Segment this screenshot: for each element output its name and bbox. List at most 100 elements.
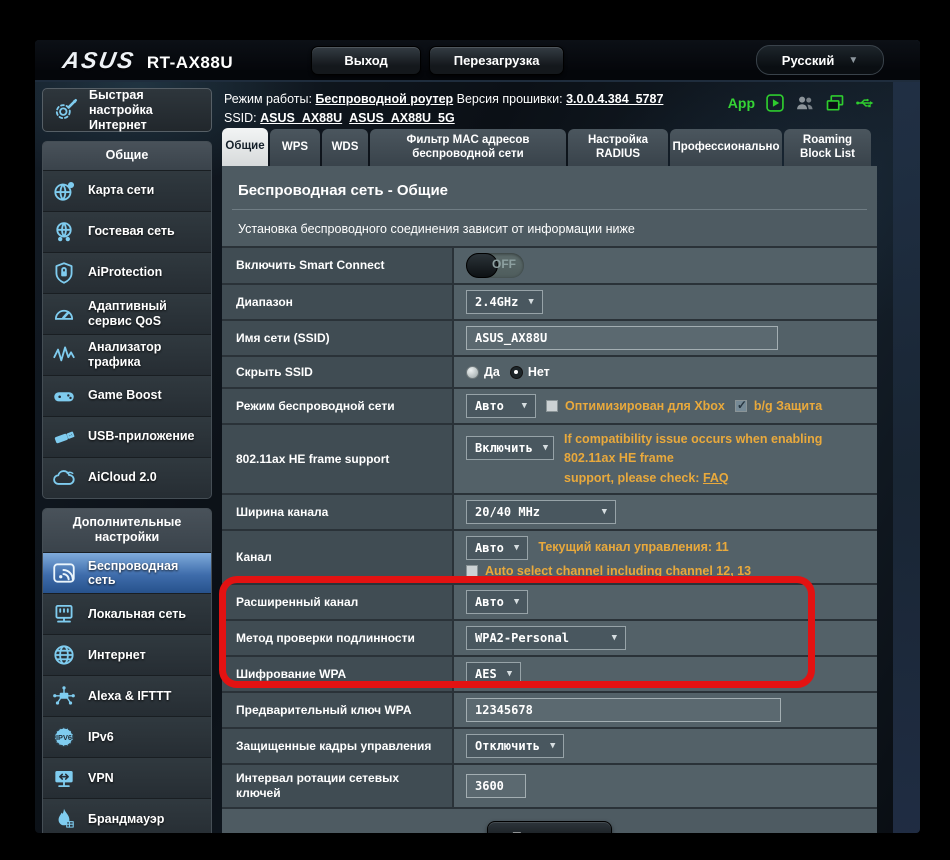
sidebar-item-label: Локальная сеть: [88, 607, 186, 621]
faq-link[interactable]: FAQ: [703, 471, 729, 485]
field-label: Диапазон: [222, 285, 454, 319]
extension-channel-select[interactable]: Авто ▼: [466, 590, 528, 614]
vpn-monitor-icon: [49, 765, 79, 791]
auth-method-select[interactable]: WPA2-Personal ▼: [466, 626, 626, 650]
wireless-mode-select[interactable]: Авто ▼: [466, 394, 536, 418]
page-title: Беспроводная сеть - Общие: [222, 166, 877, 209]
clients-icon[interactable]: [795, 93, 815, 113]
sidebar-item-traffic-analyzer[interactable]: Анализатор трафика: [43, 334, 211, 375]
sidebar-item-aiprotection[interactable]: AiProtection: [43, 252, 211, 293]
field-label: Расширенный канал: [222, 585, 454, 619]
sidebar-item-internet[interactable]: Интернет: [43, 634, 211, 675]
sidebar-item-ipv6[interactable]: IPV6 IPv6: [43, 716, 211, 757]
chevron-down-icon: ▼: [848, 55, 858, 66]
field-label: Интервал ротации сетевых ключей: [222, 765, 454, 807]
row-channel: Канал Авто ▼ Текущий канал управления: 1…: [222, 531, 877, 585]
sidebar-item-usb-application[interactable]: USB-приложение: [43, 416, 211, 457]
sidebar-item-aicloud[interactable]: AiCloud 2.0: [43, 457, 211, 498]
logout-button[interactable]: Выход: [311, 46, 421, 75]
ssid-24-link[interactable]: ASUS_AX88U: [260, 111, 342, 125]
network-map-icon: [49, 178, 79, 204]
sidebar-item-guest-network[interactable]: Гостевая сеть: [43, 211, 211, 252]
sidebar-item-qos[interactable]: Адаптивный сервис QoS: [43, 293, 211, 334]
tab-general[interactable]: Общие: [222, 128, 268, 166]
sidebar-item-label: Анализатор трафика: [88, 340, 205, 369]
tab-roaming-block-list[interactable]: Roaming Block List: [784, 129, 871, 166]
flame-icon: [49, 806, 79, 832]
smart-connect-toggle[interactable]: OFF: [466, 253, 524, 278]
sidebar-item-vpn[interactable]: VPN: [43, 757, 211, 798]
radio-label: Да: [484, 365, 500, 379]
channel-width-select[interactable]: 20/40 MHz ▼: [466, 500, 616, 524]
checkbox-label: Auto select channel including channel 12…: [485, 564, 751, 578]
key-rotation-input[interactable]: [466, 774, 526, 798]
field-label: Предварительный ключ WPA: [222, 693, 454, 727]
sidebar-item-label: IPv6: [88, 730, 114, 744]
hide-ssid-yes-radio[interactable]: [466, 366, 479, 379]
mode-link[interactable]: Беспроводной роутер: [315, 92, 453, 106]
tab-wps[interactable]: WPS: [270, 129, 320, 166]
wpa-key-input[interactable]: [466, 698, 781, 722]
sidebar-item-label: Адаптивный сервис QoS: [88, 299, 205, 328]
sidebar-item-label: Интернет: [88, 648, 146, 662]
info-bar: Режим работы: Беспроводной роутер Версия…: [222, 88, 877, 126]
bg-protection-checkbox[interactable]: [735, 400, 747, 412]
firmware-link[interactable]: 3.0.0.4.384_5787: [566, 92, 663, 106]
tab-mac-filter[interactable]: Фильтр MAC адресов беспроводной сети: [370, 129, 566, 166]
protected-frames-select[interactable]: Отключить ▼: [466, 734, 564, 758]
ssid-5g-link[interactable]: ASUS_AX88U_5G: [349, 111, 455, 125]
he-frame-select[interactable]: Включить ▼: [466, 436, 554, 460]
top-banner: ASUS RT-AX88U Выход Перезагрузка Русский…: [35, 40, 920, 82]
select-value: Авто: [475, 399, 504, 413]
mode-label: Режим работы:: [224, 92, 312, 106]
row-protected-mgmt-frames: Защищенные кадры управления Отключить ▼: [222, 729, 877, 765]
sidebar-item-wireless[interactable]: Беспроводная сеть: [43, 552, 211, 593]
chevron-down-icon: ▼: [514, 597, 519, 607]
sidebar-item-label: VPN: [88, 771, 114, 785]
sidebar-item-firewall[interactable]: Брандмауэр: [43, 798, 211, 833]
select-value: AES: [475, 667, 497, 681]
row-auth-method: Метод проверки подлинности WPA2-Personal…: [222, 621, 877, 657]
row-wpa-key: Предварительный ключ WPA: [222, 693, 877, 729]
compatibility-note: If compatibility issue occurs when enabl…: [564, 430, 867, 488]
chevron-down-icon: ▼: [528, 297, 533, 307]
band-select[interactable]: 2.4GHz ▼: [466, 290, 543, 314]
sidebar-item-lan[interactable]: Локальная сеть: [43, 593, 211, 634]
tab-wds[interactable]: WDS: [322, 129, 368, 166]
sidebar-item-alexa-ifttt[interactable]: Alexa & IFTTT: [43, 675, 211, 716]
sidebar-item-network-map[interactable]: Карта сети: [43, 170, 211, 211]
app-play-icon[interactable]: [765, 93, 785, 113]
section-title: Общие: [43, 142, 211, 170]
field-label: Имя сети (SSID): [222, 321, 454, 355]
sidebar-item-game-boost[interactable]: Game Boost: [43, 375, 211, 416]
tab-radius[interactable]: Настройка RADIUS: [568, 129, 668, 166]
section-title: Дополнительные настройки: [43, 509, 211, 552]
apply-button[interactable]: Применить: [487, 821, 612, 833]
chevron-down-icon: ▼: [514, 543, 519, 553]
settings-table: Включить Smart Connect OFF Диапазон: [222, 246, 877, 809]
row-wireless-mode: Режим беспроводной сети Авто ▼ Оптимизир…: [222, 389, 877, 425]
sidebar-item-label: Беспроводная сеть: [88, 559, 205, 588]
auto-channel-checkbox[interactable]: [466, 565, 478, 577]
ssid-input[interactable]: [466, 326, 778, 350]
status-icons: App: [728, 90, 875, 113]
wpa-encryption-select[interactable]: AES ▼: [466, 662, 521, 686]
globe-icon: [49, 642, 79, 668]
row-smart-connect: Включить Smart Connect OFF: [222, 248, 877, 285]
ipv6-badge-icon: IPV6: [49, 724, 79, 750]
router-model: RT-AX88U: [147, 53, 233, 73]
usb-status-icon[interactable]: [855, 93, 875, 113]
channel-select[interactable]: Авто ▼: [466, 536, 528, 560]
page-subtitle: Установка беспроводного соединения завис…: [222, 210, 877, 246]
xbox-optimized-checkbox[interactable]: [546, 400, 558, 412]
hide-ssid-no-radio[interactable]: [510, 366, 523, 379]
sidebar-item-label: Гостевая сеть: [88, 224, 175, 238]
devices-icon[interactable]: [825, 93, 845, 113]
select-value: Авто: [475, 541, 504, 555]
row-hide-ssid: Скрыть SSID Да Нет: [222, 357, 877, 389]
language-select[interactable]: Русский ▼: [756, 45, 884, 75]
guest-network-icon: [49, 219, 79, 245]
reboot-button[interactable]: Перезагрузка: [429, 46, 564, 75]
tab-professional[interactable]: Профессионально: [670, 129, 782, 166]
sidebar-item-quick-setup[interactable]: Быстрая настройка Интернет: [42, 88, 212, 132]
